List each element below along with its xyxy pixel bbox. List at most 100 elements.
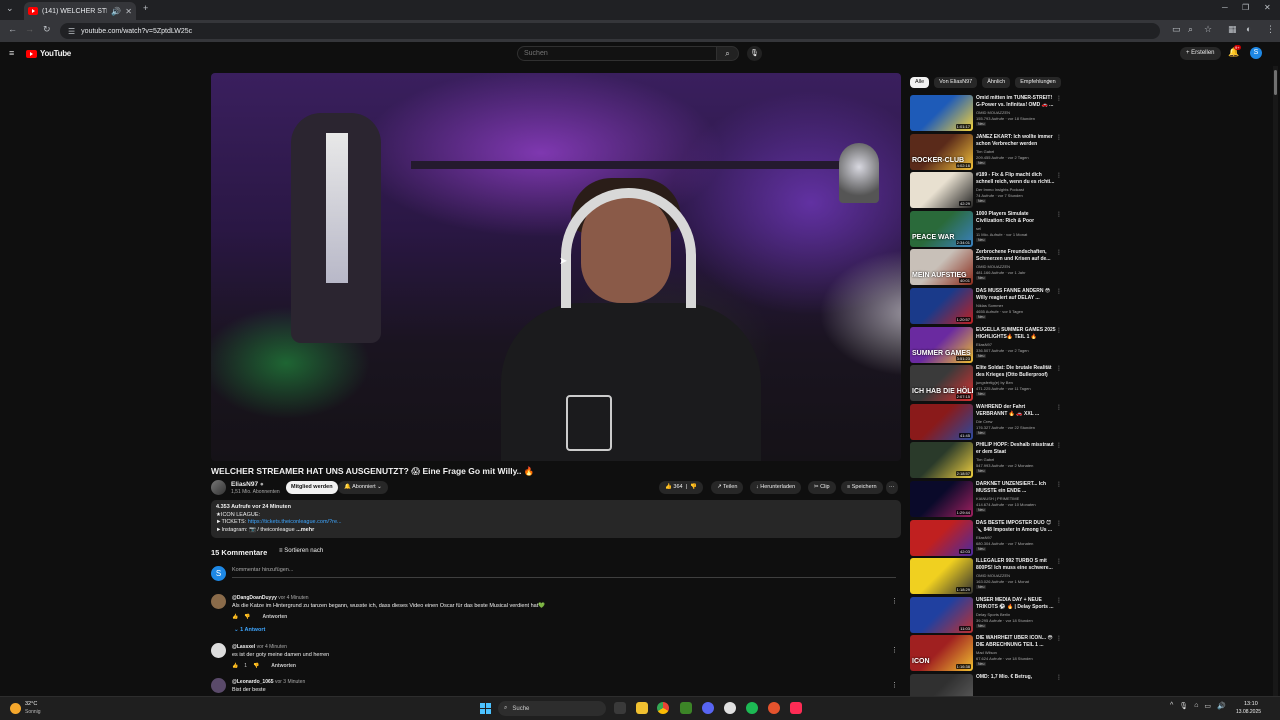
search-input[interactable]	[517, 46, 717, 61]
recommended-more-icon[interactable]: ⋮	[1056, 481, 1062, 488]
recommended-video[interactable]: 11:03 UNSER MEDIA DAY + NEUE TRIKOTS ⚽ 🔥 …	[910, 597, 1065, 635]
sun-weather-icon[interactable]	[10, 703, 21, 714]
comment-more-icon[interactable]: ⋮	[891, 646, 898, 654]
recommended-more-icon[interactable]: ⋮	[1056, 249, 1062, 256]
comment-like-icon[interactable]: 👍	[232, 663, 238, 669]
recommended-video[interactable]: MEIN AUFSTIEG 40:01 Zerbrochene Freundscha…	[910, 249, 1065, 287]
clock-time[interactable]: 13:10	[1244, 701, 1258, 707]
chip-recommendations[interactable]: Empfehlungen	[1015, 77, 1061, 88]
tray-chevron-icon[interactable]: ^	[1170, 702, 1173, 710]
app-icon[interactable]	[768, 702, 780, 714]
recommended-thumbnail[interactable]: 41:45	[910, 404, 973, 440]
recommended-title[interactable]: DAS MUSS FANNE ÄNDERN 😳 Willy reagiert a…	[976, 288, 1056, 301]
recommended-thumbnail[interactable]: 1:01:17	[910, 95, 973, 131]
recommended-channel[interactable]: Mad Wilson	[976, 650, 997, 655]
sort-comments-button[interactable]: ≡ Sortieren nach	[279, 548, 323, 554]
voice-search-button[interactable]: 🎙	[747, 46, 762, 61]
recommended-more-icon[interactable]: ⋮	[1056, 211, 1062, 218]
add-comment-input[interactable]: Kommentar hinzufügen...	[232, 567, 896, 578]
user-avatar[interactable]: S	[1250, 47, 1262, 59]
comment-more-icon[interactable]: ⋮	[891, 597, 898, 605]
chrome-icon[interactable]	[657, 702, 669, 714]
network-icon[interactable]: ⌂	[1194, 702, 1198, 710]
recommended-video[interactable]: 1:01:17 Omid mitten im TUNER-STREIT! G-Po…	[910, 95, 1065, 133]
browser-tab[interactable]: (141) WELCHER STREAMER 🔊 ✕	[24, 2, 136, 20]
recommended-video[interactable]: ICON 1:16:38 DIE WAHRHEIT ÜBER ICON... 😳 D…	[910, 635, 1065, 673]
volume-icon[interactable]: 🔊	[1217, 702, 1226, 710]
recommended-channel[interactable]: OMID MOUAZZEN	[976, 573, 1010, 578]
recommended-thumbnail[interactable]: ICON 1:16:38	[910, 635, 973, 671]
recommended-thumbnail[interactable]: 42:29	[910, 172, 973, 208]
recommended-channel[interactable]: Tim Gabel	[976, 149, 994, 154]
recommended-video[interactable]: 1:29:44 DARKNET UNZENSIERT... Ich MUSSTE …	[910, 481, 1065, 519]
weather-temperature[interactable]: 32°C	[25, 701, 37, 707]
recommended-channel[interactable]: OMID MOUAZZEN	[976, 110, 1010, 115]
recommended-thumbnail[interactable]: 2:18:57	[910, 442, 973, 478]
extensions-icon[interactable]: ▦	[1228, 24, 1237, 35]
show-more-link[interactable]: ...mehr	[296, 527, 314, 533]
comment-author[interactable]: @Lassxel vor 4 Minuten	[232, 644, 287, 650]
recommended-thumbnail[interactable]: SUMMER GAMES 3:51:23	[910, 327, 973, 363]
recommended-title[interactable]: #189 - Fix & Flip macht dich schnell rei…	[976, 172, 1056, 185]
view-replies-link[interactable]: ⌄ 1 Antwort	[234, 627, 265, 633]
recommended-more-icon[interactable]: ⋮	[1056, 365, 1062, 372]
subscribed-button[interactable]: 🔔 Abonniert ⌄	[338, 481, 388, 494]
comment-like-icon[interactable]: 👍	[232, 614, 238, 620]
comment-avatar[interactable]	[211, 594, 226, 609]
chip-all[interactable]: Alle	[910, 77, 930, 88]
youtube-logo[interactable]: YouTube	[26, 49, 71, 58]
more-actions-button[interactable]: ⋯	[886, 481, 898, 494]
profile-icon[interactable]: ◐	[1246, 24, 1251, 34]
recommended-channel[interactable]: Der Immo Insights Podcast	[976, 187, 1024, 192]
recommended-title[interactable]: ILLEGALER 992 TURBO S mit 800PS! Ich mus…	[976, 558, 1056, 571]
recommended-thumbnail[interactable]: 42:03	[910, 520, 973, 556]
browser-menu-icon[interactable]: ⋮	[1266, 24, 1275, 35]
recommended-more-icon[interactable]: ⋮	[1056, 172, 1062, 179]
recommended-more-icon[interactable]: ⋮	[1056, 95, 1062, 102]
create-button[interactable]: + Erstellen	[1180, 47, 1221, 60]
omnibox[interactable]: ☰ youtube.com/watch?v=5ZptdLW25c	[60, 23, 1160, 39]
tab-close-icon[interactable]: ✕	[125, 7, 132, 16]
recommended-title[interactable]: WÄHREND der Fahrt VERBRANNT 🔥 🚗 XXL ...	[976, 404, 1056, 417]
weather-description[interactable]: Sonnig	[25, 709, 41, 715]
spotify-icon[interactable]	[746, 702, 758, 714]
recommended-video[interactable]: ICH HAB DIE HÖLLE GESEHEN!2:07:15Elite S…	[910, 365, 1065, 403]
recommended-channel[interactable]: Die Crew	[976, 419, 992, 424]
steam-icon[interactable]	[724, 702, 736, 714]
window-maximize-icon[interactable]: ❐	[1242, 3, 1249, 12]
window-close-icon[interactable]: ✕	[1264, 3, 1271, 12]
channel-avatar[interactable]	[211, 480, 226, 495]
recommended-video[interactable]: 2:18:57 PHILIP HOPF: Deshalb misstraut er…	[910, 442, 1065, 480]
tickets-link[interactable]: https://tickets.theiconleague.com/?re...	[248, 519, 342, 525]
like-dislike-button[interactable]: 👍 364 | 👎	[659, 481, 703, 494]
zoom-icon[interactable]: ⌕	[1188, 24, 1193, 35]
recommended-channel[interactable]: Niklas Sommer	[976, 303, 1003, 308]
recommended-title[interactable]: Omid mitten im TUNER-STREIT! G-Power vs.…	[976, 95, 1056, 108]
recommended-channel[interactable]: Delay Sports Berlin	[976, 612, 1010, 617]
comment-more-icon[interactable]: ⋮	[891, 681, 898, 689]
clock-date[interactable]: 13.08.2025	[1236, 709, 1261, 715]
url-text[interactable]: youtube.com/watch?v=5ZptdLW25c	[81, 28, 192, 35]
video-player[interactable]: ➤	[211, 73, 901, 461]
recommended-thumbnail[interactable]: MEIN AUFSTIEG 40:01	[910, 249, 973, 285]
task-view-icon[interactable]	[614, 702, 626, 714]
recommended-more-icon[interactable]: ⋮	[1056, 597, 1062, 604]
join-button[interactable]: Mitglied werden	[286, 481, 338, 494]
recommended-title[interactable]: EUGELLA SUMMER GAMES 2025 HIGHLIGHTS🔥 TE…	[976, 327, 1056, 340]
save-button[interactable]: ≡ Speichern	[841, 481, 883, 494]
chip-from-channel[interactable]: Von EliasN97	[934, 77, 978, 88]
recommended-more-icon[interactable]: ⋮	[1056, 520, 1062, 527]
recommended-more-icon[interactable]: ⋮	[1056, 327, 1062, 334]
recommended-channel[interactable]: EliasN97	[976, 535, 992, 540]
comment-avatar[interactable]	[211, 678, 226, 693]
scrollbar-thumb[interactable]	[1274, 70, 1277, 95]
recommended-title[interactable]: JANEZ EKART: Ich wollte immer schon Verb…	[976, 134, 1056, 147]
recommended-video[interactable]: 42:03 DAS BESTE IMPOSTER DUO 😈 🔪 848 Impo…	[910, 520, 1065, 558]
recommended-thumbnail[interactable]: ICH HAB DIE HÖLLE GESEHEN!2:07:15	[910, 365, 973, 401]
recommended-title[interactable]: 1000 Players Simulate Civilization: Rich…	[976, 211, 1056, 224]
recommended-more-icon[interactable]: ⋮	[1056, 635, 1062, 642]
hamburger-menu-icon[interactable]: ≡	[9, 48, 14, 58]
windows-start-icon[interactable]	[480, 703, 491, 714]
back-icon[interactable]: ←	[8, 24, 17, 34]
site-info-icon[interactable]: ☰	[68, 27, 75, 36]
